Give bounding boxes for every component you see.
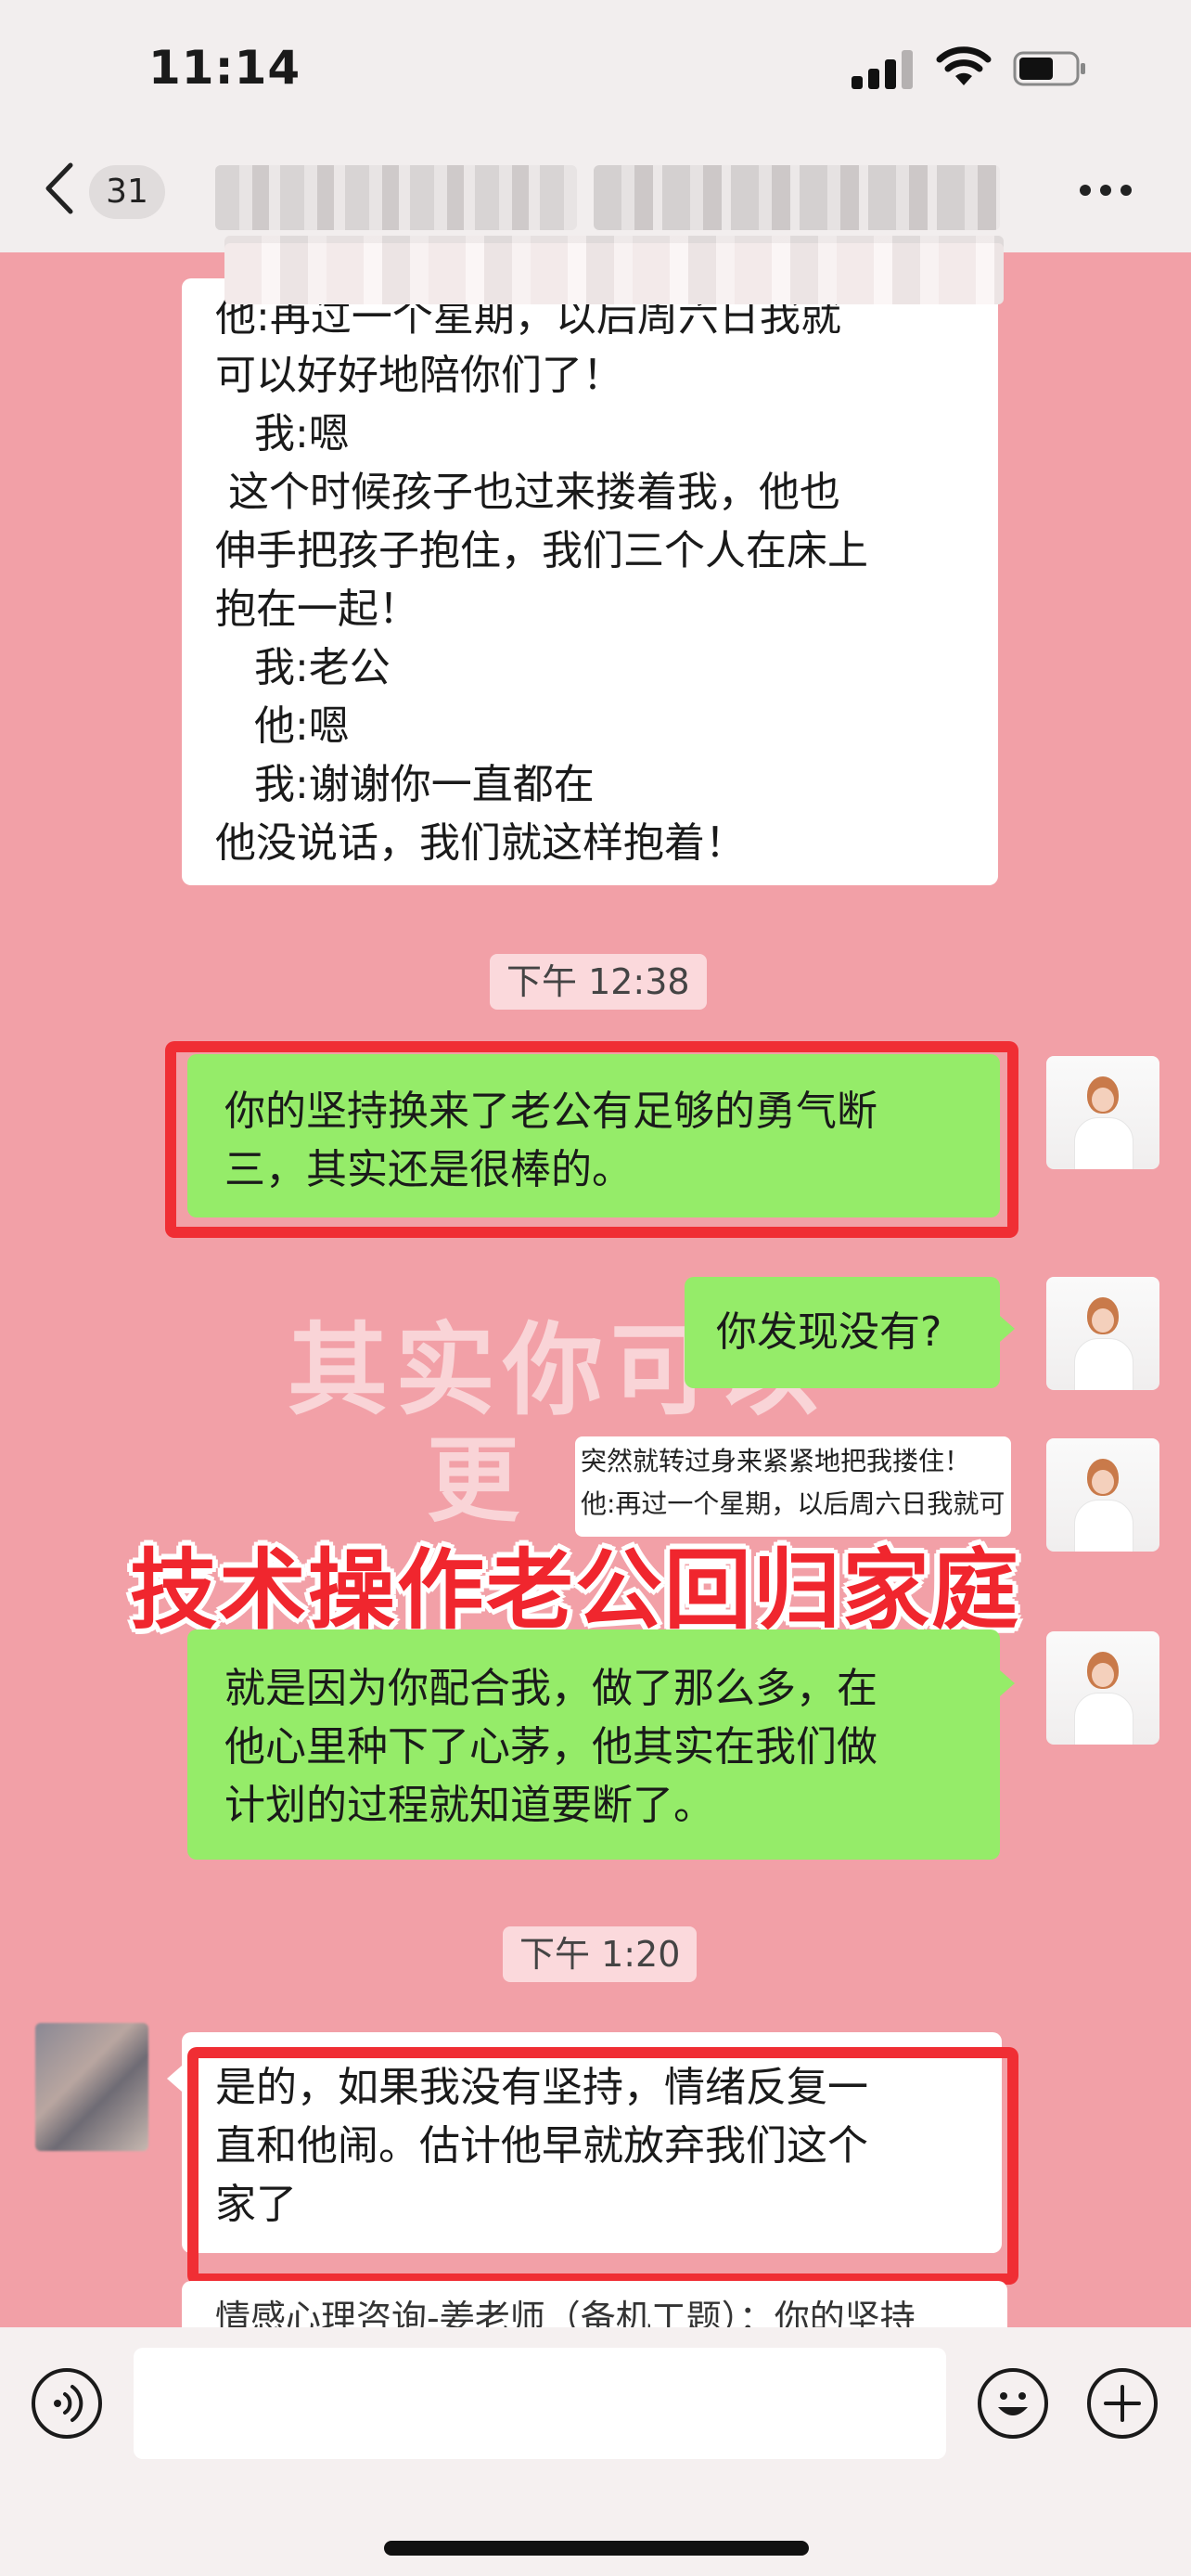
message-input[interactable] bbox=[134, 2348, 946, 2459]
wifi-icon bbox=[936, 46, 992, 85]
timestamp: 下午 12:38 bbox=[490, 954, 707, 1010]
overlay-title: 技术操作老公回归家庭 bbox=[130, 1540, 1021, 1642]
back-chevron-icon[interactable] bbox=[37, 156, 83, 221]
top-bar: 11:14 31 bbox=[0, 0, 1191, 291]
quote-line: 突然就转过身来紧紧地把我搂住！ bbox=[581, 1446, 971, 1476]
highlight-frame bbox=[165, 1041, 1018, 1238]
voice-icon[interactable] bbox=[32, 2368, 102, 2439]
signal-icon bbox=[852, 48, 918, 89]
message-bubble-outgoing: 你发现没有? bbox=[685, 1277, 1000, 1388]
emoji-icon[interactable] bbox=[978, 2368, 1048, 2439]
timestamp: 下午 1:20 bbox=[503, 1926, 698, 1982]
chat-title-pixelated-2 bbox=[594, 165, 1000, 230]
avatar-self[interactable] bbox=[1046, 1631, 1159, 1745]
more-icon[interactable] bbox=[1080, 182, 1145, 200]
input-bar bbox=[0, 2327, 1191, 2576]
avatar-contact-pixelated[interactable] bbox=[35, 2023, 148, 2151]
message-bubble-outgoing: 就是因为你配合我，做了那么多，在 他心里种下了心茅，他其实在我们做 计划的过程就… bbox=[187, 1629, 1000, 1860]
message-bubble-clipped: 情感心理咨询-姜老师（备机工题）：你的坚持 bbox=[182, 2281, 1007, 2327]
avatar-self[interactable] bbox=[1046, 1438, 1159, 1552]
message-bubble-incoming: 他:再过一个星期，以后周六日我就 可以好好地陪你们了！ 我:嗯 这个时候孩子也过… bbox=[182, 278, 998, 885]
battery-icon bbox=[1013, 51, 1085, 86]
pixelated-band bbox=[224, 243, 1004, 304]
bubble-tail bbox=[1000, 1316, 1015, 1342]
chat-title-pixelated bbox=[215, 165, 577, 230]
bubble-tail bbox=[167, 2066, 182, 2092]
bubble-tail bbox=[1000, 1670, 1015, 1696]
avatar-self[interactable] bbox=[1046, 1277, 1159, 1390]
home-indicator bbox=[384, 2541, 809, 2556]
unread-count-badge[interactable]: 31 bbox=[89, 165, 165, 219]
status-time: 11:14 bbox=[148, 41, 301, 95]
plus-icon[interactable] bbox=[1087, 2368, 1158, 2439]
highlight-frame bbox=[187, 2047, 1018, 2285]
avatar-self[interactable] bbox=[1046, 1056, 1159, 1169]
